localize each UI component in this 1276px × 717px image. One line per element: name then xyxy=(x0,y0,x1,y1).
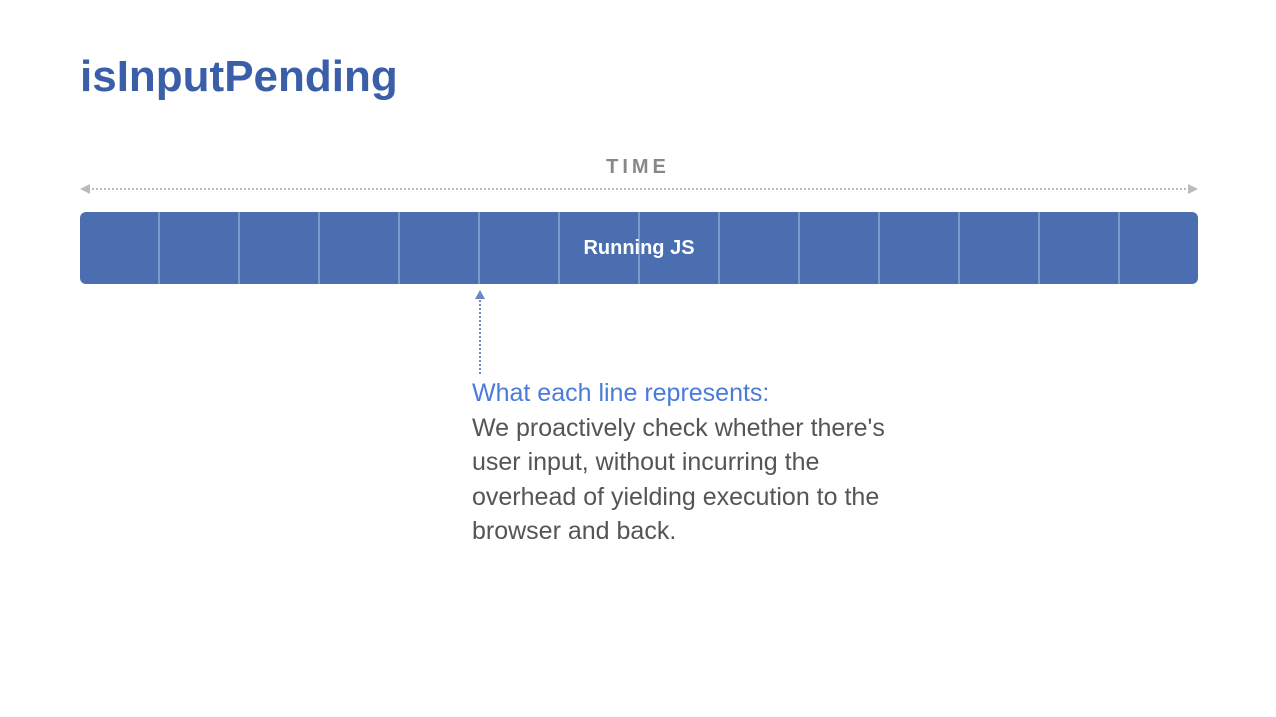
bar-tick xyxy=(720,212,800,284)
bar-tick xyxy=(160,212,240,284)
bar-tick xyxy=(240,212,320,284)
annotation-text: What each line represents: We proactivel… xyxy=(472,376,892,549)
bar-tick xyxy=(400,212,480,284)
bar-tick xyxy=(880,212,960,284)
bar-label: Running JS xyxy=(583,237,694,260)
running-js-bar: Running JS xyxy=(80,212,1198,284)
bar-tick xyxy=(800,212,880,284)
slide: isInputPending TIME Running JS What each… xyxy=(0,0,1276,717)
bar-tick xyxy=(80,212,160,284)
time-axis xyxy=(80,188,1198,190)
axis-line xyxy=(88,188,1190,190)
callout-line xyxy=(479,296,481,374)
time-axis-label: TIME xyxy=(0,156,1276,179)
bar-tick xyxy=(1040,212,1120,284)
slide-title: isInputPending xyxy=(80,52,398,102)
annotation-body: We proactively check whether there's use… xyxy=(472,414,885,546)
bar-tick xyxy=(1120,212,1198,284)
bar-tick xyxy=(960,212,1040,284)
arrow-right-icon xyxy=(1188,184,1198,194)
bar-tick xyxy=(320,212,400,284)
annotation-lead: What each line represents: xyxy=(472,379,769,407)
bar-tick xyxy=(480,212,560,284)
